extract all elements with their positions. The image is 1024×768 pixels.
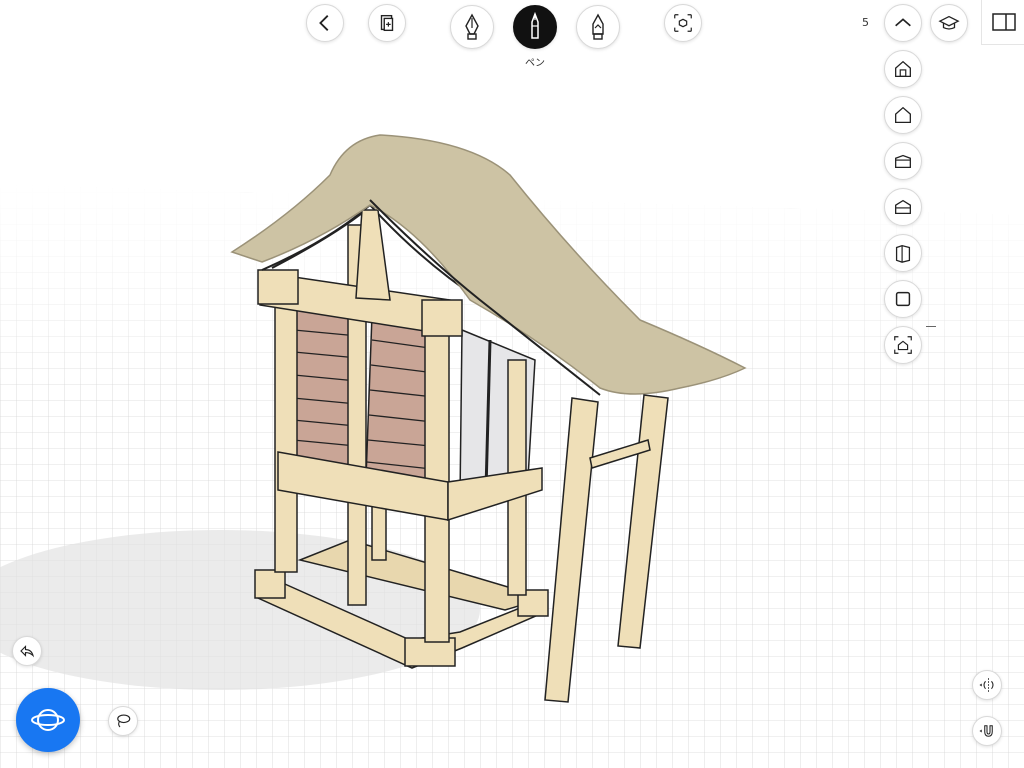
- box-solid-icon: [895, 291, 911, 307]
- chevron-left-icon: [319, 15, 329, 31]
- box-bottom-icon: [895, 199, 911, 215]
- magnet-button[interactable]: [972, 716, 1002, 746]
- pages-button[interactable]: [368, 4, 406, 42]
- marker-icon: [592, 13, 604, 40]
- collapse-button[interactable]: [884, 4, 922, 42]
- view-home-frame[interactable]: [884, 326, 922, 364]
- view-box-solid[interactable]: [884, 280, 922, 318]
- view-home-front[interactable]: [884, 50, 922, 88]
- box-top-icon: [895, 154, 911, 169]
- fountain-pen-icon: [465, 13, 479, 40]
- document-add-icon: [380, 14, 394, 32]
- symmetry-button[interactable]: [972, 670, 1002, 700]
- magnet-icon: [979, 725, 993, 737]
- graduation-cap-icon: [938, 15, 960, 30]
- lasso-icon: [117, 714, 131, 728]
- view-home-outline[interactable]: [884, 96, 922, 134]
- undo-button[interactable]: [12, 636, 42, 666]
- box-side-icon: [895, 244, 911, 263]
- symmetry-icon: [979, 678, 994, 692]
- panel-toggle-button[interactable]: [981, 0, 1024, 45]
- 3d-viewport[interactable]: [0, 0, 1024, 768]
- view-box-side[interactable]: [884, 234, 922, 272]
- pen-icon: [531, 12, 539, 39]
- back-button[interactable]: [306, 4, 344, 42]
- learn-button[interactable]: [930, 4, 968, 42]
- home-outline-icon: [895, 106, 911, 123]
- view-box-top[interactable]: [884, 142, 922, 180]
- undo-arrow-icon: [20, 645, 35, 658]
- chevron-up-icon: [895, 18, 911, 27]
- transform-button[interactable]: [664, 4, 702, 42]
- tool-fountain-pen[interactable]: [450, 5, 494, 49]
- cube-arrows-icon: [674, 14, 692, 32]
- view-box-bottom[interactable]: [884, 188, 922, 226]
- divider: [926, 326, 936, 327]
- home-front-icon: [895, 60, 911, 77]
- orbit-icon: [31, 709, 65, 731]
- sidebar-toggle-icon: [991, 13, 1016, 31]
- orbit-button[interactable]: [16, 688, 80, 752]
- tool-pen[interactable]: [513, 5, 557, 49]
- active-tool-label: ペン: [525, 58, 545, 69]
- layer-count: 5: [862, 16, 869, 29]
- home-frame-icon: [894, 336, 912, 354]
- lasso-button[interactable]: [108, 706, 138, 736]
- tool-marker[interactable]: [576, 5, 620, 49]
